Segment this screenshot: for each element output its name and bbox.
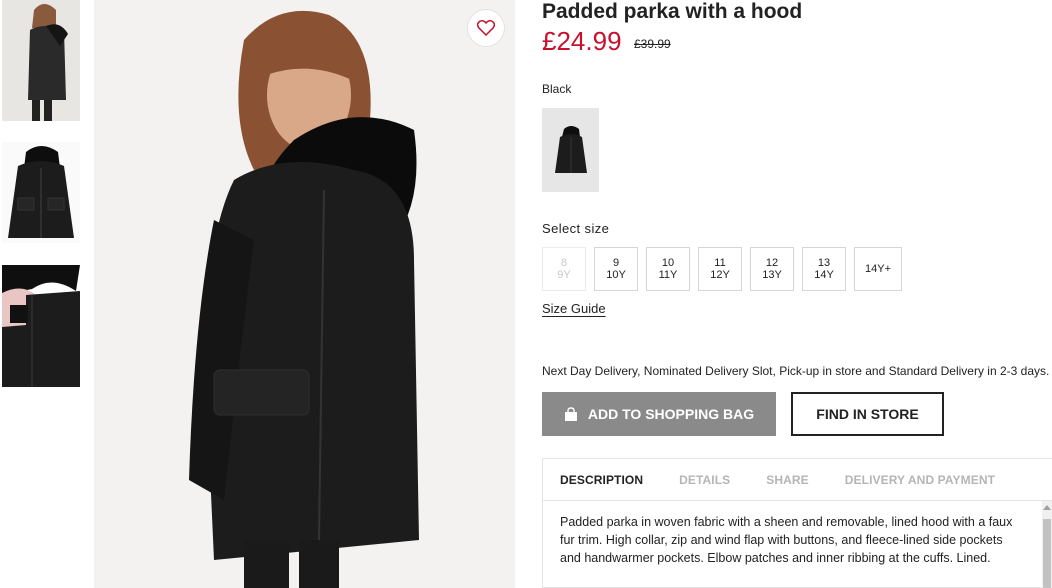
- size-option[interactable]: 14Y+: [854, 247, 902, 291]
- tab-share[interactable]: SHARE: [766, 473, 809, 487]
- size-option-top: 14Y+: [865, 263, 891, 275]
- size-option[interactable]: 10 11Y: [646, 247, 690, 291]
- size-option-top: 12: [765, 257, 779, 269]
- product-price: £24.99: [542, 26, 622, 56]
- main-product-image[interactable]: [94, 0, 515, 588]
- size-option-top: 8: [560, 257, 568, 269]
- heart-outline-icon: [477, 20, 495, 36]
- tab-delivery-and-payment[interactable]: DELIVERY AND PAYMENT: [845, 473, 995, 487]
- description-text: Padded parka in woven fabric with a shee…: [560, 515, 1013, 565]
- size-option[interactable]: 11 12Y: [698, 247, 742, 291]
- add-to-bag-label: ADD TO SHOPPING BAG: [587, 406, 755, 422]
- tab-details[interactable]: DETAILS: [679, 473, 730, 487]
- add-to-bag-button[interactable]: ADD TO SHOPPING BAG: [542, 392, 776, 436]
- size-option[interactable]: 12 13Y: [750, 247, 794, 291]
- select-size-label: Select size: [542, 221, 610, 236]
- size-options: 8 9Y 9 10Y 10 11Y 11 12Y 12 13Y 13 14Y 14Y+: [542, 247, 910, 291]
- description-scrollbar[interactable]: [1042, 501, 1052, 588]
- size-option-bottom: 14Y: [814, 269, 834, 281]
- color-swatch-black[interactable]: [542, 108, 599, 192]
- jacket-swatch-image: [554, 126, 587, 173]
- size-option-bottom: 10Y: [606, 269, 626, 281]
- shopping-bag-icon: [564, 407, 577, 421]
- size-option-top: 13: [817, 257, 831, 269]
- size-option-top: 9: [612, 257, 620, 269]
- size-option: 8 9Y: [542, 247, 586, 291]
- scrollbar-thumb[interactable]: [1043, 519, 1051, 588]
- product-tabs: DESCRIPTION DETAILS SHARE DELIVERY AND PAYM…: [543, 459, 1052, 501]
- color-name: Black: [542, 82, 572, 96]
- tab-description[interactable]: DESCRIPTION: [560, 473, 643, 487]
- size-option-bottom: 13Y: [762, 269, 782, 281]
- favorite-button[interactable]: [467, 9, 505, 47]
- thumbnail-hood-detail[interactable]: [2, 265, 80, 387]
- product-title: Padded parka with a hood: [542, 0, 803, 23]
- thumbnail-jacket-front[interactable]: [2, 142, 80, 243]
- thumbnail-model[interactable]: [2, 0, 80, 121]
- size-option-bottom: 9Y: [557, 269, 571, 281]
- scroll-up-arrow-icon[interactable]: [1043, 505, 1051, 510]
- size-option-bottom: 11Y: [658, 269, 678, 281]
- product-tabs-panel: DESCRIPTION DETAILS SHARE DELIVERY AND PAYM…: [542, 458, 1052, 588]
- product-old-price: £39.99: [634, 37, 671, 51]
- delivery-info: Next Day Delivery, Nominated Delivery Sl…: [542, 364, 1050, 378]
- size-option[interactable]: 9 10Y: [594, 247, 638, 291]
- size-option-bottom: 12Y: [710, 269, 730, 281]
- size-guide-link[interactable]: Size Guide: [542, 301, 606, 316]
- size-option-top: 10: [661, 257, 675, 269]
- find-in-store-button[interactable]: FIND IN STORE: [791, 392, 944, 436]
- size-option-top: 11: [714, 257, 726, 269]
- size-option[interactable]: 13 14Y: [802, 247, 846, 291]
